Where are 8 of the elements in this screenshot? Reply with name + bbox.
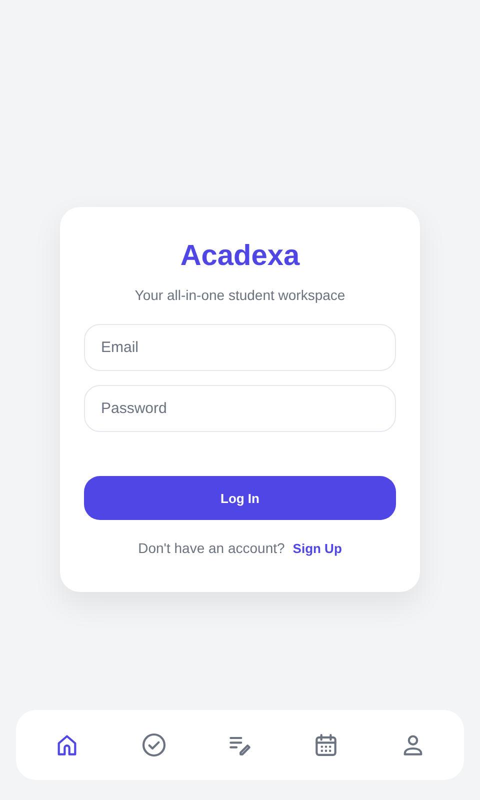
- signup-link[interactable]: Sign Up: [292, 540, 342, 556]
- input-field[interactable]: Password: [84, 385, 396, 432]
- tagline: Your all-in-one student workspace: [134, 286, 346, 304]
- app-title: Acadexa: [180, 239, 300, 273]
- input-field[interactable]: Email: [84, 324, 396, 371]
- check-circle-icon[interactable]: [140, 731, 168, 759]
- signup-prompt: Don't have an account?: [138, 540, 285, 556]
- login-button[interactable]: Log In: [84, 476, 396, 520]
